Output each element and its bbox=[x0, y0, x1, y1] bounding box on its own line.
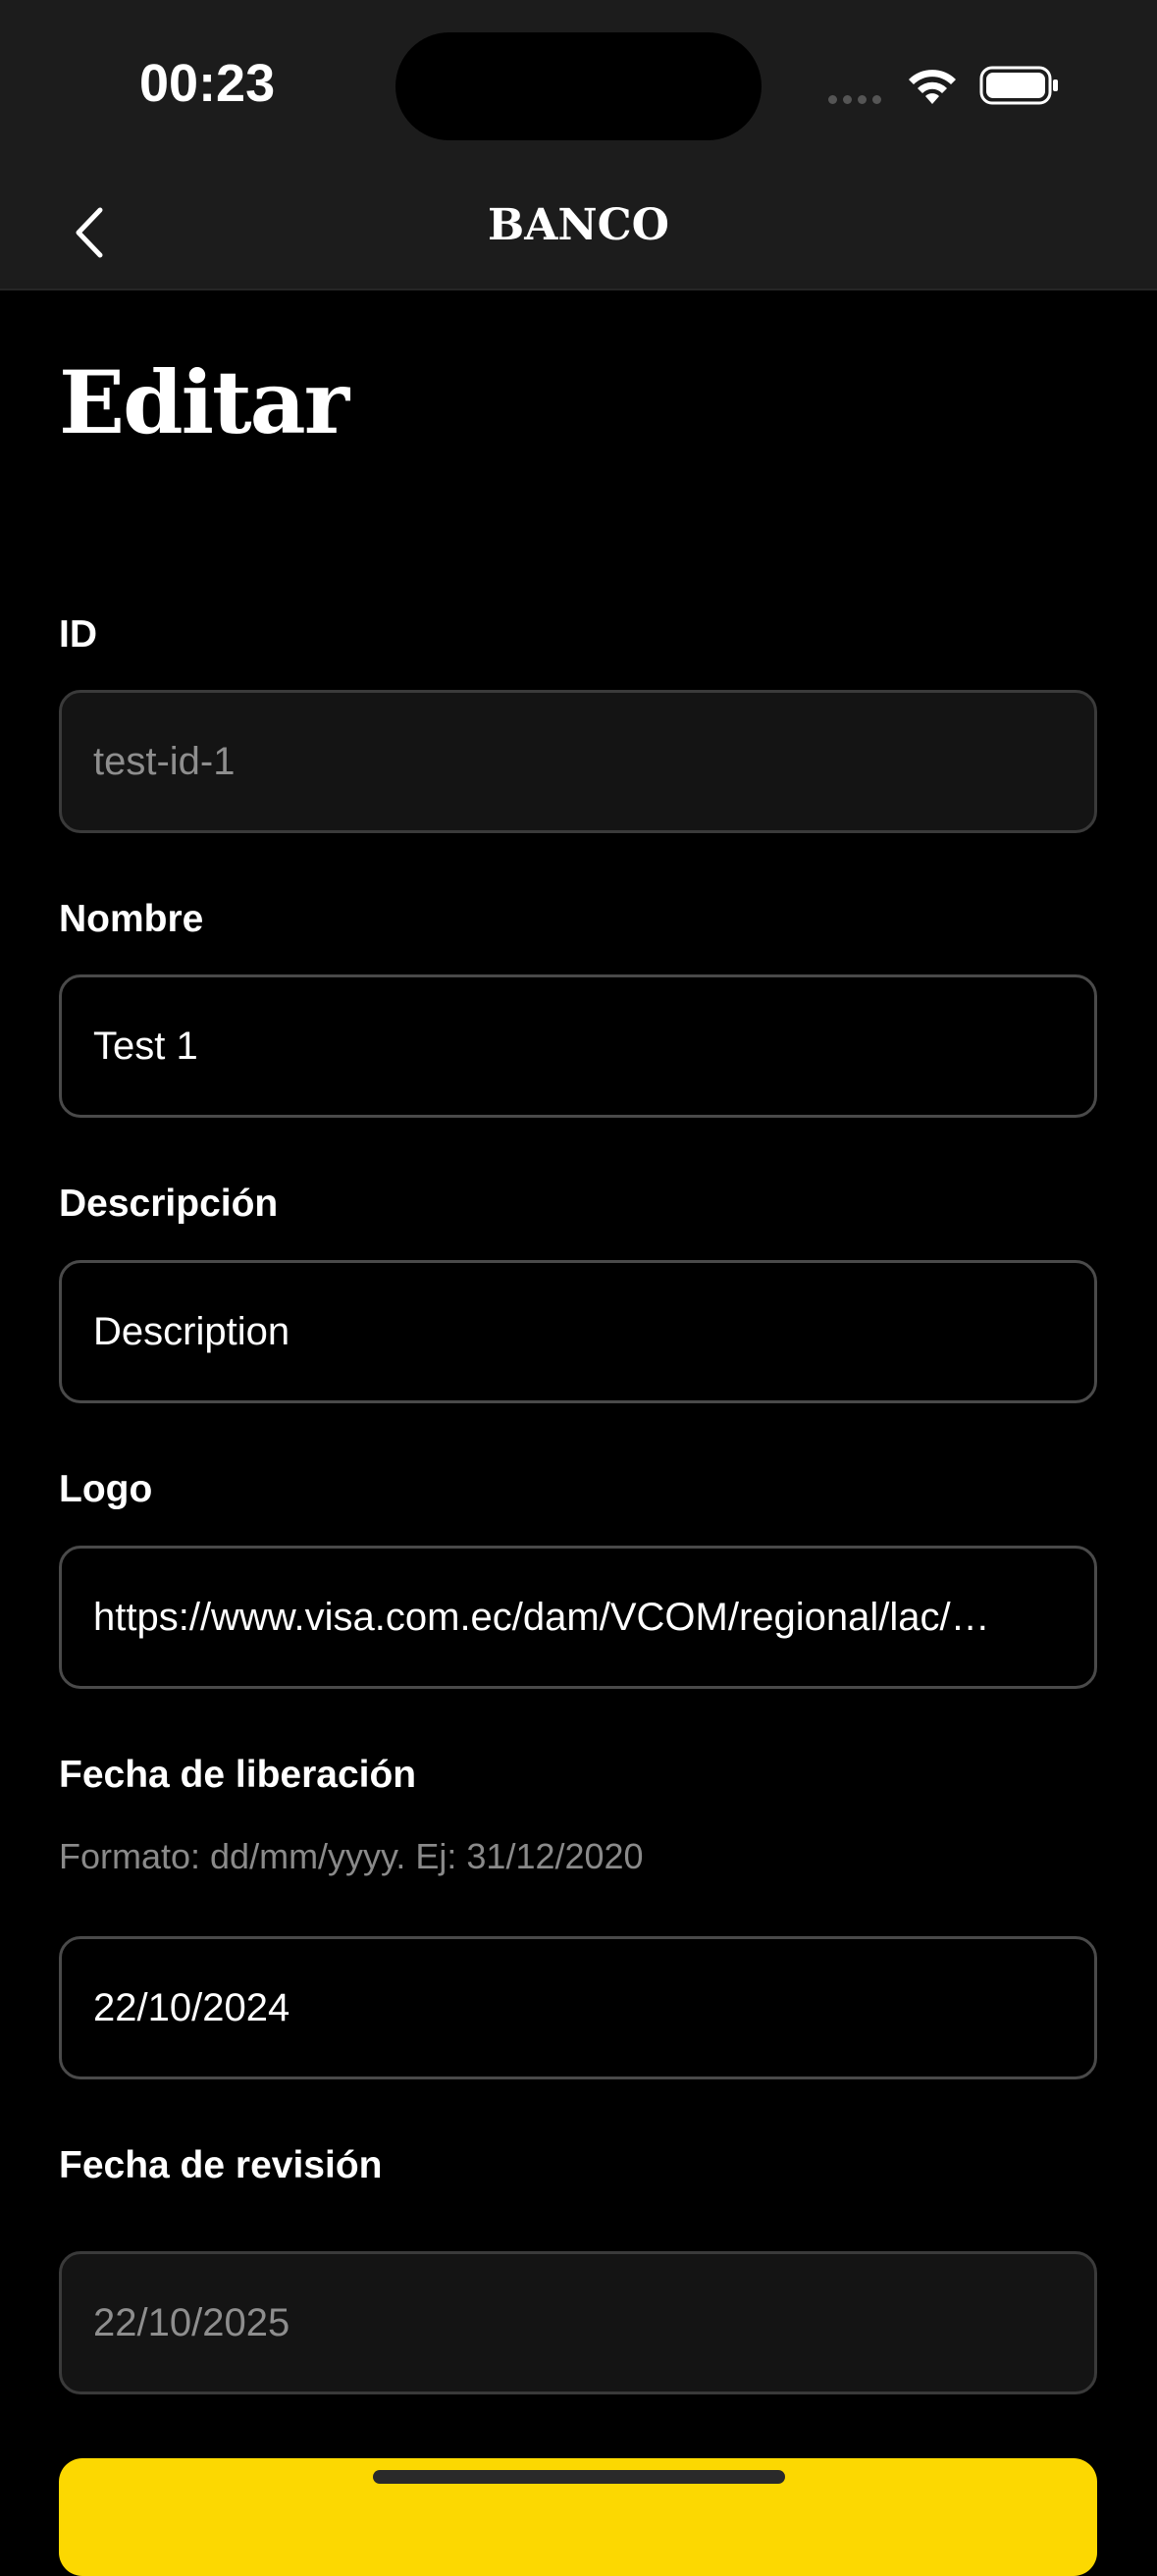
battery-icon bbox=[979, 66, 1058, 105]
id-field: test-id-1 bbox=[59, 690, 1097, 833]
fecha-revision-field: 22/10/2025 bbox=[59, 2251, 1097, 2394]
id-label: ID bbox=[59, 613, 97, 656]
navigation-bar: BANCO bbox=[0, 177, 1157, 290]
fecha-liberacion-field[interactable]: 22/10/2024 bbox=[59, 1936, 1097, 2079]
logo-value: https://www.visa.com.ec/dam/VCOM/regiona… bbox=[93, 1595, 990, 1639]
cellular-signal-icon bbox=[828, 91, 887, 109]
fecha-revision-value: 22/10/2025 bbox=[93, 2300, 290, 2344]
logo-label: Logo bbox=[59, 1468, 153, 1510]
status-bar: 00:23 bbox=[0, 0, 1157, 177]
dynamic-island bbox=[395, 32, 762, 140]
nombre-field[interactable]: Test 1 bbox=[59, 974, 1097, 1118]
descripcion-label: Descripción bbox=[59, 1183, 279, 1225]
descripcion-field[interactable]: Description bbox=[59, 1260, 1097, 1403]
page-title: Editar bbox=[59, 351, 349, 453]
fecha-revision-label: Fecha de revisión bbox=[59, 2144, 383, 2186]
fecha-liberacion-hint: Formato: dd/mm/yyyy. Ej: 31/12/2020 bbox=[59, 1836, 644, 1876]
status-time: 00:23 bbox=[139, 54, 276, 113]
descripcion-value: Description bbox=[93, 1309, 290, 1353]
fecha-liberacion-label: Fecha de liberación bbox=[59, 1754, 417, 1796]
id-value: test-id-1 bbox=[93, 739, 236, 783]
home-indicator bbox=[373, 2470, 785, 2484]
fecha-liberacion-value: 22/10/2024 bbox=[93, 1985, 290, 2029]
logo-field[interactable]: https://www.visa.com.ec/dam/VCOM/regiona… bbox=[59, 1546, 1097, 1689]
nav-title: BANCO bbox=[488, 200, 669, 250]
nombre-value: Test 1 bbox=[93, 1024, 198, 1068]
wifi-icon bbox=[909, 70, 956, 104]
nombre-label: Nombre bbox=[59, 898, 204, 940]
